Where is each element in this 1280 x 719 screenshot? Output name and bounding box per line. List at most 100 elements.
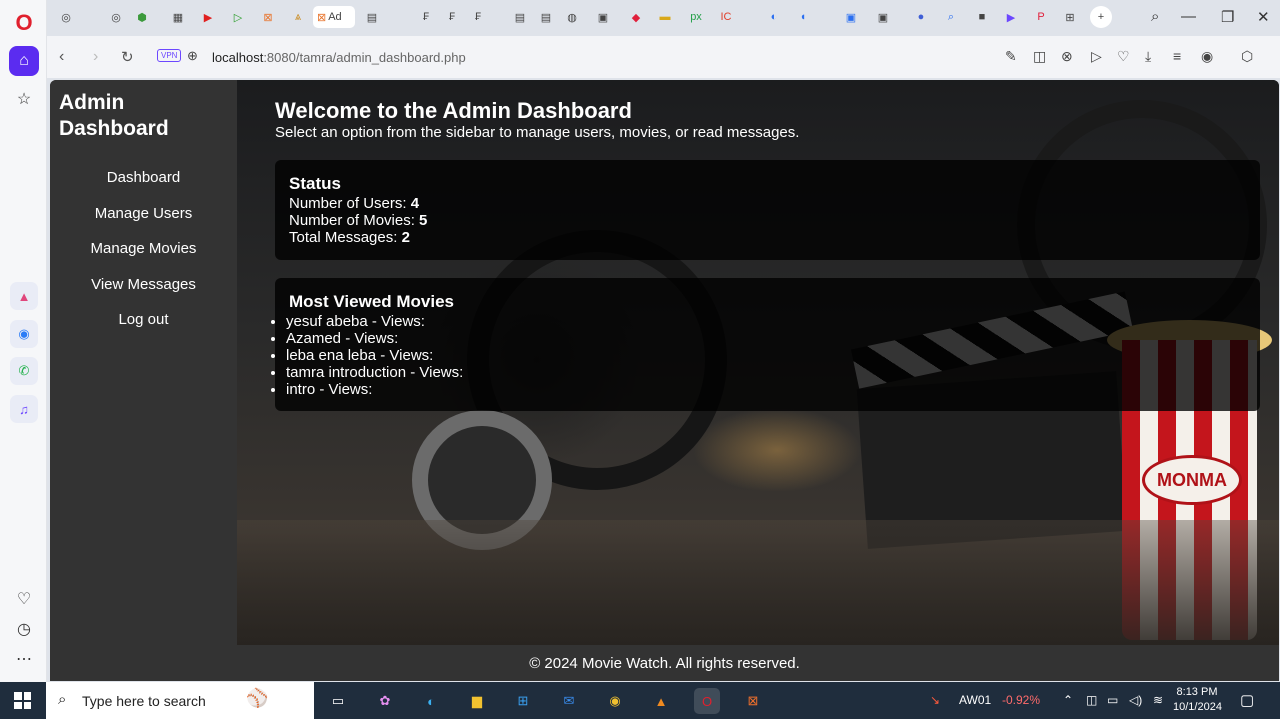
tab-icon[interactable]: ▣ xyxy=(840,6,862,28)
tab-icon[interactable]: ◎ xyxy=(105,6,127,28)
tab-icon[interactable]: ▷ xyxy=(227,6,249,28)
edge-icon[interactable]: ◐ xyxy=(418,688,444,714)
tab-icon[interactable]: ▦ xyxy=(167,6,189,28)
meet-now-icon[interactable]: ◫ xyxy=(1086,693,1097,707)
notifications-icon[interactable]: ▢ xyxy=(1240,691,1254,709)
file-explorer-icon[interactable]: ▆ xyxy=(464,688,490,714)
close-window-icon[interactable]: ✕ xyxy=(1257,8,1270,26)
tab-icon[interactable]: ₣ xyxy=(441,6,463,28)
star-icon[interactable]: ☆ xyxy=(9,84,39,114)
opera-logo-icon[interactable]: O xyxy=(9,8,39,38)
tab-icon[interactable]: ⊠ xyxy=(257,6,279,28)
tab-strip: ◎ ◎ ⬢ ▦ ▶ ▷ ⊠ ⩓ ⊠ Ad ▤ ₣ ₣ ₣ ▤ ▤ ◍ ▣ ◆ ▬ … xyxy=(47,0,1280,36)
taskbar-search[interactable]: ⌕ Type here to search ⚾ xyxy=(46,682,314,719)
mail-icon[interactable]: ✉ xyxy=(556,688,582,714)
new-tab-icon[interactable]: + xyxy=(1090,6,1112,28)
tab-icon[interactable]: ⬢ xyxy=(131,6,153,28)
xampp-taskbar-icon[interactable]: ⊠ xyxy=(740,688,766,714)
search-icon: ⌕ xyxy=(58,691,67,708)
tab-icon[interactable]: ● xyxy=(910,6,932,28)
tab-icon[interactable]: ◖ xyxy=(792,6,814,28)
tab-icon[interactable]: ▬ xyxy=(654,6,676,28)
tab-icon[interactable]: ■ xyxy=(971,6,993,28)
extensions-icon[interactable]: ⬡ xyxy=(1241,48,1253,65)
vpn-badge[interactable]: VPN xyxy=(157,49,182,62)
history-icon[interactable]: ◷ xyxy=(9,614,39,644)
address-field[interactable]: localhost:8080/tamra/admin_dashboard.php xyxy=(212,50,466,65)
pinterest-tab-icon[interactable]: P xyxy=(1030,6,1052,28)
music-player-icon[interactable]: ♫ xyxy=(10,395,38,423)
ai-app-icon[interactable]: ▲ xyxy=(10,282,38,310)
profile-icon[interactable]: ◉ xyxy=(1201,48,1213,65)
heart-icon[interactable]: ♡ xyxy=(1117,48,1130,65)
opera-taskbar-icon[interactable]: O xyxy=(694,688,720,714)
wifi-icon[interactable]: ≋ xyxy=(1153,693,1163,707)
minimize-icon[interactable]: — xyxy=(1181,8,1196,25)
tab-icon[interactable]: px xyxy=(685,6,707,28)
messages-count-row: Total Messages: 2 xyxy=(289,229,1246,246)
tab-icon[interactable]: ◎ xyxy=(55,6,77,28)
tab-icon[interactable]: ◆ xyxy=(625,6,647,28)
play-icon[interactable]: ▷ xyxy=(1091,48,1102,65)
copilot-icon[interactable]: ✿ xyxy=(372,688,398,714)
more-icon[interactable]: ⋯ xyxy=(9,644,39,674)
clock-time: 8:13 PM xyxy=(1176,686,1218,698)
volume-icon[interactable]: ◁) xyxy=(1129,693,1142,707)
menu-icon[interactable]: ≡ xyxy=(1173,48,1181,64)
tab-grid-icon[interactable]: ⊞ xyxy=(1059,6,1081,28)
shield-icon[interactable]: ⊗ xyxy=(1061,48,1073,65)
tab-icon[interactable]: ▤ xyxy=(361,6,383,28)
camera-icon[interactable]: ◫ xyxy=(1033,48,1046,65)
users-count-value: 4 xyxy=(410,195,420,212)
tray-expand-icon[interactable]: ⌃ xyxy=(1063,693,1073,707)
chrome-icon[interactable]: ◉ xyxy=(602,688,628,714)
page-subtitle: Select an option from the sidebar to man… xyxy=(275,124,800,141)
stock-name[interactable]: AW01 xyxy=(959,693,991,707)
status-card: Status Number of Users: 4 Number of Movi… xyxy=(275,160,1260,260)
windows-taskbar: ⌕ Type here to search ⚾ ▭ ✿ ◐ ▆ ⊞ ✉ ◉ ▲ … xyxy=(0,682,1280,719)
search-input[interactable]: Type here to search xyxy=(82,693,206,709)
sidebar-item-dashboard[interactable]: Dashboard xyxy=(50,169,237,186)
tab-icon[interactable]: ▣ xyxy=(872,6,894,28)
globe-icon[interactable]: ⊕ xyxy=(187,48,198,64)
tab-icon[interactable]: ▤ xyxy=(535,6,557,28)
sidebar-item-manage-users[interactable]: Manage Users xyxy=(50,205,237,222)
youtube-tab-icon[interactable]: ▶ xyxy=(197,6,219,28)
vlc-icon[interactable]: ▲ xyxy=(648,688,674,714)
whatsapp-icon[interactable]: ✆ xyxy=(10,357,38,385)
tab-icon[interactable]: ▶ xyxy=(1000,6,1022,28)
forward-icon[interactable]: › xyxy=(93,48,98,66)
tab-icon[interactable]: ⩓ xyxy=(287,6,309,28)
tab-icon[interactable]: IC xyxy=(715,6,737,28)
sidebar-item-manage-movies[interactable]: Manage Movies xyxy=(50,240,237,257)
download-icon[interactable]: ⤓ xyxy=(1145,48,1151,65)
tab-label: Ad xyxy=(328,11,342,23)
store-icon[interactable]: ⊞ xyxy=(510,688,536,714)
back-icon[interactable]: ‹ xyxy=(59,48,64,66)
sidebar-item-logout[interactable]: Log out xyxy=(50,311,237,328)
tab-icon[interactable]: ▣ xyxy=(592,6,614,28)
search-tabs-icon[interactable]: ⌕ xyxy=(1151,8,1159,25)
heart-icon[interactable]: ♡ xyxy=(9,584,39,614)
tab-icon[interactable]: ◍ xyxy=(561,6,583,28)
messenger-icon[interactable]: ◉ xyxy=(10,320,38,348)
list-item: intro - Views: xyxy=(286,381,1246,398)
restore-icon[interactable]: ❐ xyxy=(1221,8,1234,26)
messages-count-value: 2 xyxy=(401,229,410,246)
reload-icon[interactable]: ↻ xyxy=(121,48,134,66)
task-view-icon[interactable]: ▭ xyxy=(325,688,351,714)
tab-icon[interactable]: ₣ xyxy=(467,6,489,28)
windows-start-icon[interactable] xyxy=(14,692,31,709)
tab-search-icon[interactable]: ⌕ xyxy=(940,6,962,28)
home-icon[interactable]: ⌂ xyxy=(9,46,39,76)
sidebar-item-view-messages[interactable]: View Messages xyxy=(50,276,237,293)
edit-icon[interactable]: ✎ xyxy=(1005,48,1017,65)
tab-active[interactable]: ⊠ Ad xyxy=(313,6,355,28)
tab-icon[interactable]: ₣ xyxy=(415,6,437,28)
taskbar-clock[interactable]: 8:13 PM 10/1/2024 xyxy=(1173,685,1222,715)
stock-change[interactable]: -0.92% xyxy=(1002,693,1040,707)
battery-icon[interactable]: ▭ xyxy=(1107,693,1118,707)
stock-chart-icon[interactable]: ↘ xyxy=(930,693,940,707)
tab-icon[interactable]: ◐ xyxy=(763,6,785,28)
tab-icon[interactable]: ▤ xyxy=(509,6,531,28)
